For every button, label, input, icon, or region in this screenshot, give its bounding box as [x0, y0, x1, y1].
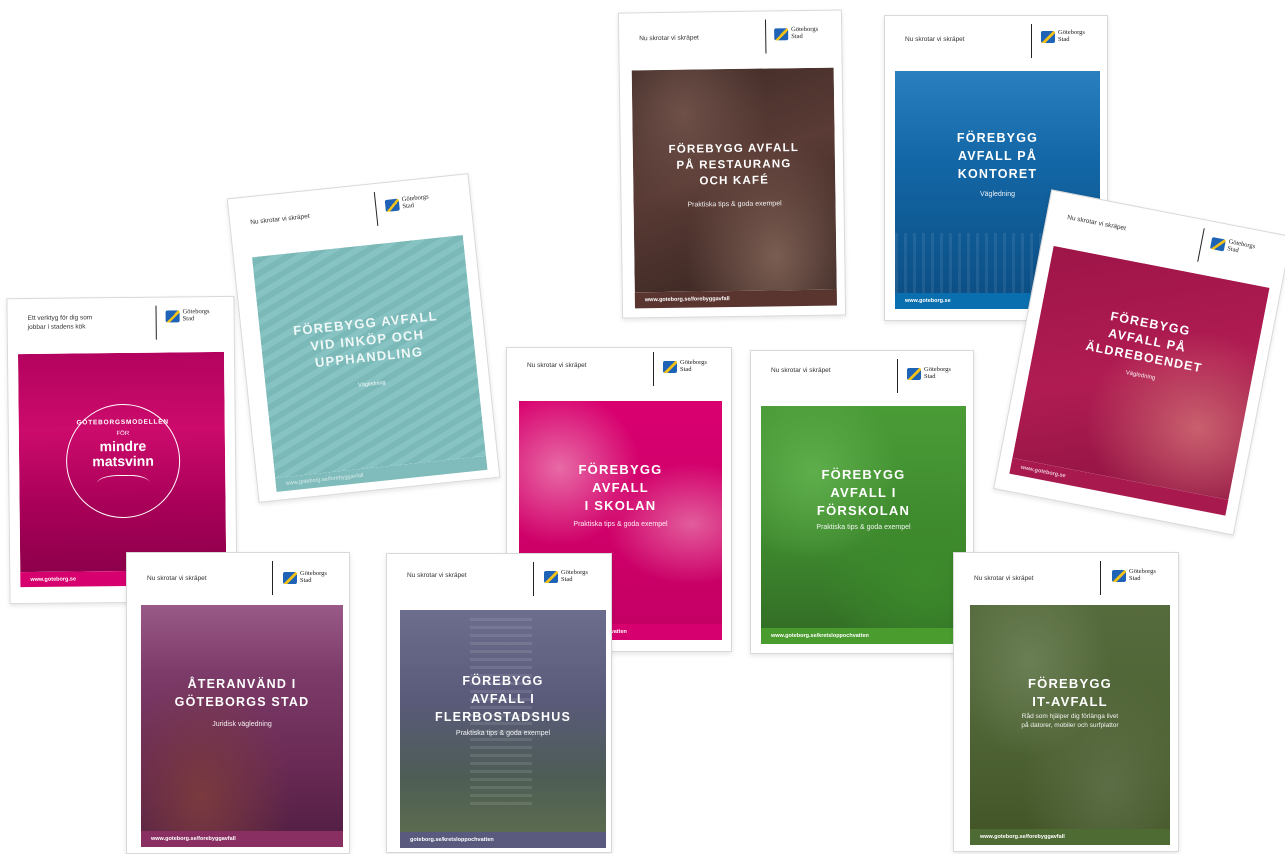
- brochure-tagline: Nu skrotar vi skräpet: [1066, 214, 1127, 233]
- brochure-header: Nu skrotar vi skräpet Göteborgs Stad: [751, 351, 973, 403]
- brochure-title: FÖREBYGG IT-AVFALL: [1028, 676, 1112, 710]
- brochure-inkop: Nu skrotar vi skräpet Göteborgs Stad FÖR…: [226, 173, 501, 503]
- city-shield-icon: [283, 571, 297, 584]
- city-shield-icon: [544, 570, 558, 583]
- brochure-subtitle: Juridisk vägledning: [212, 721, 272, 728]
- brochure-cover: GÖTEBORGSMODELLEN FÖR mindre matsvinn: [17, 351, 227, 573]
- brochure-tagline: Nu skrotar vi skräpet: [974, 575, 1034, 582]
- brochure-tagline: Nu skrotar vi skräpet: [639, 34, 699, 43]
- matsvinn-badge: GÖTEBORGSMODELLEN FÖR mindre matsvinn: [65, 403, 181, 519]
- brochure-tagline: Nu skrotar vi skräpet: [407, 572, 467, 579]
- badge-main-text: mindre matsvinn: [92, 437, 154, 469]
- goteborgs-stad-logo: Göteborgs Stad: [384, 193, 430, 212]
- brochure-cover: FÖREBYGG IT-AVFALL Råd som hjälper dig f…: [970, 605, 1170, 829]
- header-divider: [533, 562, 534, 596]
- brochure-cover: FÖREBYGG AVFALL VID INKÖP OCH UPPHANDLIN…: [251, 235, 486, 479]
- brochure-tagline: Nu skrotar vi skräpet: [771, 367, 831, 374]
- goteborgs-stad-logo: Göteborgs Stad: [1112, 568, 1156, 583]
- city-shield-icon: [1209, 236, 1227, 252]
- goteborgs-stad-logo: Göteborgs Stad: [544, 569, 588, 584]
- brochure-header: Nu skrotar vi skräpet Göteborgs Stad: [954, 553, 1178, 605]
- brochure-footer: www.goteborg.se/forebyggavfall: [141, 831, 343, 847]
- goteborgs-stad-logo: Göteborgs Stad: [907, 366, 951, 381]
- header-divider: [373, 192, 379, 226]
- brochure-header: Ett verktyg för dig som jobbar i stadens…: [7, 297, 234, 351]
- brochure-itavfall: Nu skrotar vi skräpet Göteborgs Stad FÖR…: [953, 552, 1179, 852]
- badge-for-text: FÖR: [116, 430, 130, 438]
- vegetables-icon: [97, 474, 150, 495]
- header-divider: [1100, 561, 1101, 595]
- goteborgs-stad-logo: Göteborgs Stad: [774, 26, 818, 41]
- brochure-footer: www.goteborg.se/forebyggavfall: [970, 829, 1170, 845]
- brochure-tagline: Nu skrotar vi skräpet: [249, 212, 310, 227]
- brochure-header: Nu skrotar vi skräpet Göteborgs Stad: [507, 348, 731, 400]
- goteborgs-stad-logo: Göteborgs Stad: [1041, 29, 1085, 44]
- brochure-cover: FÖREBYGG AVFALL PÅ RESTAURANG OCH KAFÉ P…: [631, 67, 837, 293]
- cover-photo: [141, 605, 343, 831]
- brochure-subtitle: Praktiska tips & goda exempel: [816, 524, 911, 531]
- brochure-flerbostad: Nu skrotar vi skräpet Göteborgs Stad FÖR…: [386, 553, 612, 853]
- brochure-tagline: Nu skrotar vi skräpet: [905, 36, 965, 43]
- brochure-header: Nu skrotar vi skräpet Göteborgs Stad: [127, 553, 349, 605]
- header-divider: [1031, 24, 1032, 58]
- city-shield-icon: [907, 367, 921, 380]
- brochure-subtitle: Råd som hjälper dig förlänga livet på da…: [1021, 713, 1119, 729]
- brochure-cover: ÅTERANVÄND I GÖTEBORGS STAD Juridisk väg…: [141, 605, 343, 831]
- brochure-header: Nu skrotar vi skräpet Göteborgs Stad: [885, 16, 1107, 68]
- brochure-title: FÖREBYGG AVFALL I SKOLAN: [578, 462, 663, 514]
- header-divider: [155, 305, 157, 340]
- brochure-header: Nu skrotar vi skräpet Göteborgs Stad: [619, 10, 842, 65]
- brochure-ateranvand: Nu skrotar vi skräpet Göteborgs Stad ÅTE…: [126, 552, 350, 854]
- brochure-title: FÖREBYGG AVFALL PÅ RESTAURANG OCH KAFÉ: [668, 142, 800, 188]
- city-shield-icon: [663, 360, 677, 373]
- brochure-subtitle: Praktiska tips & goda exempel: [573, 521, 668, 528]
- brochure-title: FÖREBYGG AVFALL PÅ KONTORET: [956, 131, 1039, 182]
- brochure-subtitle: Praktiska tips & goda exempel: [455, 730, 551, 737]
- goteborgs-stad-logo: Göteborgs Stad: [1209, 236, 1256, 258]
- brochure-footer: goteborg.se/kretsloppochvatten: [400, 832, 606, 848]
- badge-top-text: GÖTEBORGSMODELLEN: [76, 418, 169, 427]
- brochure-title: ÅTERANVÄND I GÖTEBORGS STAD: [174, 677, 310, 710]
- brochure-cover: FÖREBYGG AVFALL I FÖRSKOLAN Praktiska ti…: [761, 406, 966, 628]
- header-divider: [272, 561, 273, 595]
- goteborgs-stad-logo: Göteborgs Stad: [663, 359, 707, 374]
- brochure-title: FÖREBYGG AVFALL I FLERBOSTADSHUS: [434, 674, 571, 725]
- city-shield-icon: [1041, 30, 1055, 43]
- header-divider: [653, 352, 654, 386]
- brochure-footer: www.goteborg.se/forebyggavfall: [634, 289, 837, 309]
- goteborgs-stad-logo: Göteborgs Stad: [283, 570, 327, 585]
- city-shield-icon: [1112, 569, 1126, 582]
- brochure-cover: FÖREBYGG AVFALL PÅ ÄLDREBOENDET Vägledni…: [1012, 245, 1270, 500]
- brochure-forskolan: Nu skrotar vi skräpet Göteborgs Stad FÖR…: [750, 350, 974, 654]
- header-divider: [764, 19, 767, 54]
- brochure-cover: FÖREBYGG AVFALL I FLERBOSTADSHUS Praktis…: [400, 610, 606, 832]
- brochure-title: FÖREBYGG AVFALL I FÖRSKOLAN: [816, 467, 911, 519]
- header-divider: [897, 359, 898, 393]
- city-shield-icon: [384, 198, 400, 212]
- brochure-restaurang: Nu skrotar vi skräpet Göteborgs Stad FÖR…: [617, 9, 847, 319]
- brochure-tagline: Nu skrotar vi skräpet: [527, 362, 587, 369]
- brochure-tagline: Ett verktyg för dig som jobbar i stadens…: [27, 314, 93, 331]
- brochure-header: Nu skrotar vi skräpet Göteborgs Stad: [387, 554, 611, 606]
- brochure-footer: www.goteborg.se/kretsloppochvatten: [761, 628, 966, 644]
- brochure-tagline: Nu skrotar vi skräpet: [147, 575, 207, 582]
- header-divider: [1197, 228, 1205, 262]
- goteborgs-stad-logo: Göteborgs Stad: [165, 308, 210, 323]
- city-shield-icon: [165, 310, 180, 323]
- city-shield-icon: [774, 28, 789, 41]
